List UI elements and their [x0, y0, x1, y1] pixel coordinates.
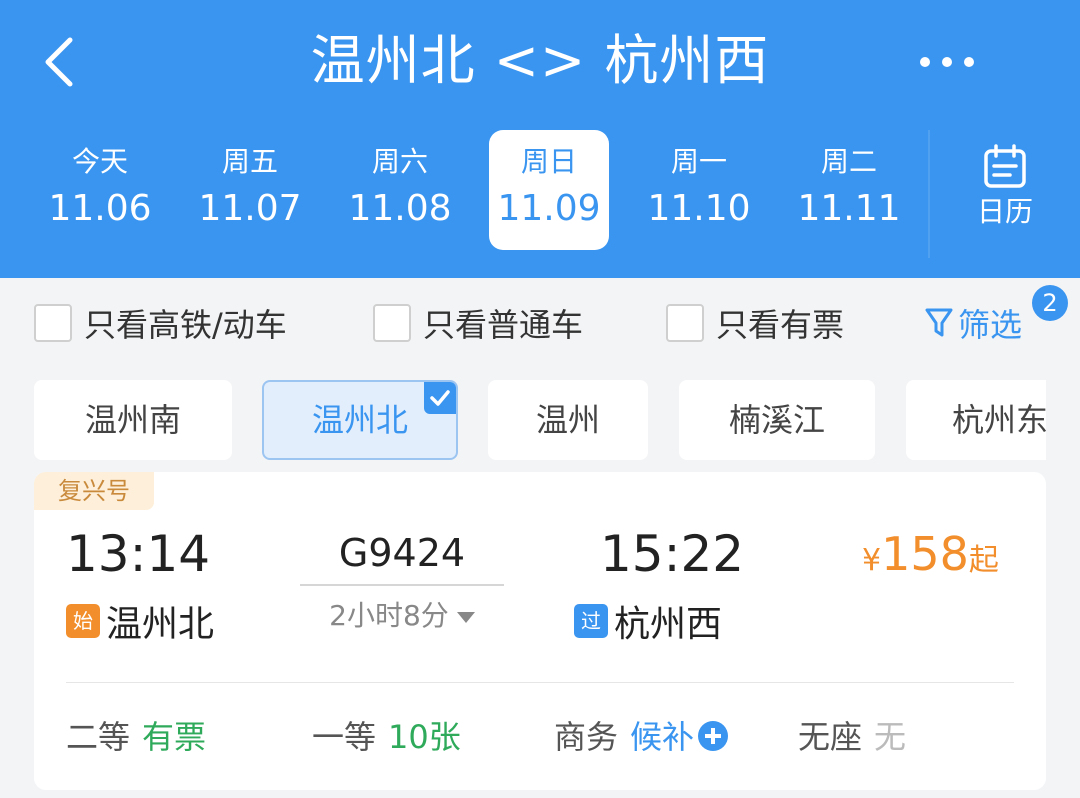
date-tab-date: 11.07: [198, 188, 302, 229]
filter-count-badge: 2: [1032, 285, 1068, 321]
filter-icon: [925, 308, 953, 337]
station-chip-wenzhou-nan[interactable]: 温州南: [34, 380, 232, 460]
departure-station-row: 始 温州北: [66, 596, 214, 646]
station-chip-label: 温州北: [311, 401, 408, 439]
date-tab-tue[interactable]: 周二 11.11: [789, 130, 909, 250]
seat-availability: 无: [874, 718, 907, 756]
screen-button[interactable]: 筛选: [924, 300, 1022, 346]
departure-time: 13:14: [66, 525, 211, 583]
date-tab-dow: 周一: [670, 145, 727, 178]
brand-tag: 复兴号: [34, 472, 154, 510]
seat-name: 商务: [554, 718, 619, 756]
filter-putong-label: 只看普通车: [423, 306, 584, 344]
checkbox[interactable]: [34, 304, 72, 342]
date-tab-date: 11.09: [497, 188, 601, 229]
date-tab-date: 11.11: [797, 188, 901, 229]
date-tab-date: 11.10: [647, 188, 751, 229]
price-currency: ¥: [862, 543, 882, 578]
date-tab-dow: 周二: [820, 145, 877, 178]
arrival-time: 15:22: [600, 525, 745, 583]
page-title: 温州北 <> 杭州西: [310, 29, 770, 92]
seat-first-class: 一等 10张: [312, 714, 461, 760]
date-tab-dow: 周五: [221, 145, 278, 178]
seat-second-class: 二等 有票: [66, 714, 206, 760]
check-icon: [424, 382, 456, 414]
station-chip-nanxijiang[interactable]: 楠溪江: [679, 380, 875, 460]
price-value: 158: [881, 527, 969, 581]
date-tab-fri[interactable]: 周五 11.07: [190, 130, 310, 250]
filter-youpiao-label: 只看有票: [716, 306, 845, 344]
train-card[interactable]: 复兴号 13:14 始 温州北 G9424 2小时8分 15:22 过 杭州西 …: [34, 472, 1046, 790]
header-bar: 温州北 <> 杭州西 今天 11.06 周五 11.07 周六 11.08 周日…: [0, 0, 1080, 278]
duration-text: 2小时8分: [329, 599, 449, 632]
duration-toggle[interactable]: 2小时8分: [300, 596, 504, 636]
back-button[interactable]: [36, 30, 84, 94]
more-button[interactable]: [912, 40, 982, 84]
date-tab-sat[interactable]: 周六 11.08: [340, 130, 460, 250]
date-divider: [928, 130, 930, 258]
filter-gaotie-label: 只看高铁/动车: [84, 306, 287, 344]
date-tab-sun[interactable]: 周日 11.09: [489, 130, 609, 250]
seat-business-class[interactable]: 商务 候补: [554, 714, 729, 760]
seat-name: 无座: [798, 718, 863, 756]
seat-no-seat: 无座无: [798, 714, 906, 760]
date-tab-today[interactable]: 今天 11.06: [40, 130, 160, 250]
seat-availability: 10张: [388, 718, 461, 756]
date-tab-date: 11.08: [348, 188, 452, 229]
checkbox[interactable]: [666, 304, 704, 342]
filter-putong[interactable]: 只看普通车: [373, 300, 583, 346]
price: ¥158起: [862, 524, 999, 584]
date-tab-mon[interactable]: 周一 11.10: [639, 130, 759, 250]
caret-down-icon: [456, 611, 475, 623]
screen-label: 筛选: [958, 306, 1023, 344]
train-number-underline: [300, 584, 504, 586]
train-number[interactable]: G9424: [300, 528, 504, 578]
filter-gaotie[interactable]: 只看高铁/动车: [34, 300, 287, 346]
calendar-button[interactable]: 日历: [950, 138, 1060, 248]
arrival-station-row: 过 杭州西: [574, 596, 722, 646]
filter-youpiao[interactable]: 只看有票: [666, 300, 844, 346]
station-chip-wenzhou[interactable]: 温州: [488, 380, 648, 460]
seat-name: 一等: [312, 718, 377, 756]
date-tab-dow: 今天: [71, 145, 128, 178]
arrival-station: 杭州西: [614, 604, 723, 645]
card-divider: [66, 682, 1014, 683]
date-tab-dow: 周六: [371, 145, 428, 178]
checkbox[interactable]: [373, 304, 411, 342]
pass-tag: 过: [574, 604, 608, 638]
start-tag: 始: [66, 604, 100, 638]
plus-circle-icon[interactable]: [698, 721, 729, 751]
more-horizontal-icon: [920, 57, 974, 67]
station-chip-hangzhou-dong[interactable]: 杭州东: [906, 380, 1046, 460]
calendar-label: 日历: [976, 195, 1033, 228]
seat-name: 二等: [66, 718, 131, 756]
date-tab-date: 11.06: [48, 188, 152, 229]
filter-bar: 只看高铁/动车 只看普通车 只看有票 筛选: [0, 278, 1080, 370]
date-tab-dow: 周日: [520, 145, 577, 178]
chevron-left-icon: [45, 37, 73, 87]
seat-availability: 候补: [630, 718, 695, 756]
price-suffix: 起: [968, 543, 999, 578]
station-chip-wenzhou-bei[interactable]: 温州北: [262, 380, 458, 460]
calendar-icon: [984, 144, 1026, 188]
seat-availability: 有票: [142, 718, 207, 756]
departure-station: 温州北: [106, 604, 215, 645]
